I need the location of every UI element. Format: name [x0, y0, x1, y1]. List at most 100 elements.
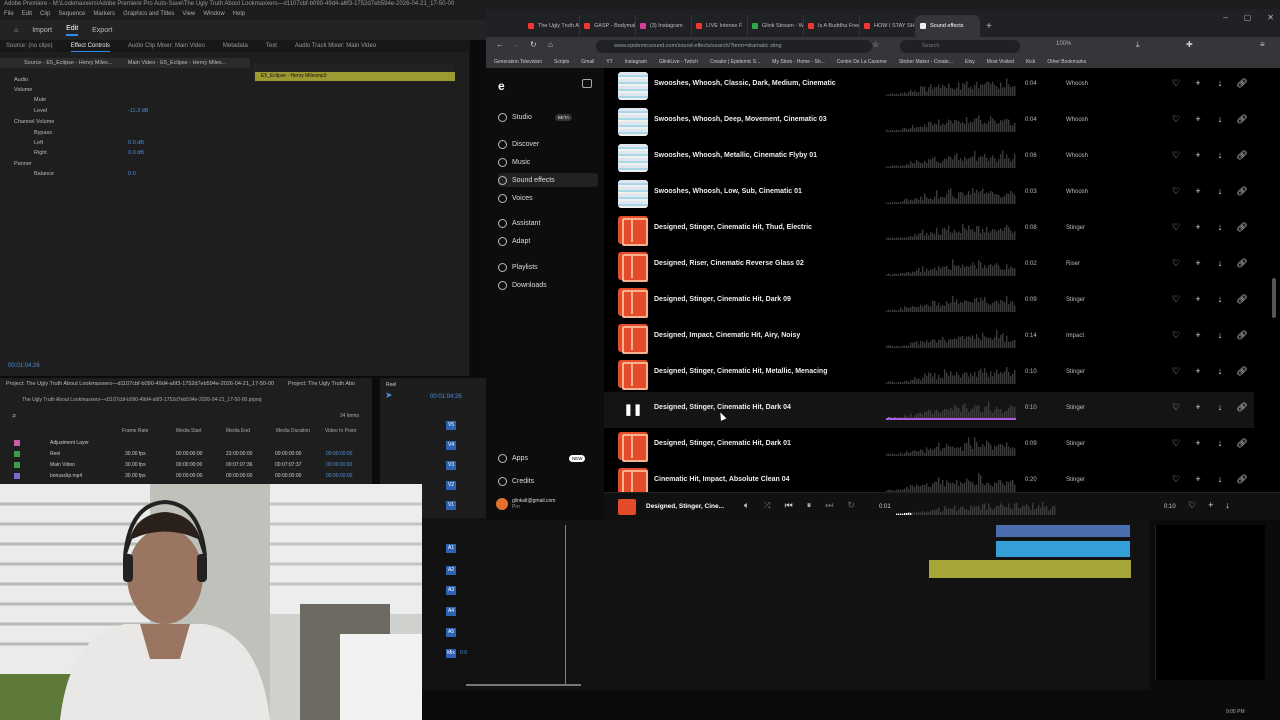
- url-input[interactable]: www.epidemicsound.com/sound-effects/sear…: [596, 40, 872, 53]
- link-icon[interactable]: 🔗︎: [1236, 366, 1248, 377]
- sound-row[interactable]: Swooshes, Whoosh, Low, Sub, Cinematic 01…: [604, 176, 1254, 212]
- add-icon[interactable]: +: [1192, 186, 1204, 197]
- download-icon[interactable]: ↓: [1214, 114, 1226, 125]
- sound-row[interactable]: Designed, Stinger, Cinematic Hit, Dark 0…: [604, 428, 1254, 464]
- browser-tab[interactable]: LIVE Intense F: [692, 15, 748, 37]
- bookmark-item[interactable]: Sticker Maker - Create...: [899, 56, 953, 68]
- heart-icon[interactable]: ♡: [1170, 150, 1182, 161]
- bookmark-item[interactable]: YT: [606, 56, 612, 68]
- sound-waveform[interactable]: [886, 112, 1016, 132]
- player-waveform[interactable]: [896, 499, 1056, 515]
- browser-tab[interactable]: Sound effects: [916, 15, 980, 37]
- project-row[interactable]: bonusclip.mp4 30.00 fps 00:00:00:00 00:00:0…: [10, 471, 360, 481]
- maximize-icon[interactable]: ▢: [1244, 13, 1252, 22]
- menu-item-view[interactable]: View: [182, 9, 195, 20]
- track-tag[interactable]: V5: [446, 421, 456, 430]
- panel-tab[interactable]: Audio Clip Mixer: Main Video: [128, 40, 205, 52]
- link-icon[interactable]: 🔗︎: [1236, 402, 1248, 413]
- download-icon[interactable]: ↓: [1214, 330, 1226, 341]
- sound-thumbnail[interactable]: [618, 108, 648, 136]
- page-scrollbar[interactable]: [1272, 278, 1276, 318]
- sound-thumbnail[interactable]: [618, 288, 648, 318]
- effect-mini-clip[interactable]: E5_Eclipse - Henry Milesmp3: [255, 72, 455, 81]
- effect-value[interactable]: 0.0 dB: [128, 140, 144, 146]
- bookmark-item[interactable]: Centre De La Caserne: [837, 56, 887, 68]
- panel-tab[interactable]: Source: (no clips): [6, 40, 53, 52]
- effect-row[interactable]: Right: [34, 150, 47, 156]
- add-icon[interactable]: +: [1192, 438, 1204, 449]
- download-icon[interactable]: ↓: [1214, 474, 1226, 485]
- effect-value[interactable]: 0.0: [128, 171, 136, 177]
- effect-row[interactable]: Left: [34, 140, 43, 146]
- add-icon[interactable]: +: [1192, 474, 1204, 485]
- heart-icon[interactable]: ♡: [1170, 366, 1182, 377]
- effect-row[interactable]: Panner: [14, 161, 32, 167]
- sound-title[interactable]: Designed, Impact, Cinematic Hit, Airy, N…: [654, 332, 800, 339]
- bookmark-item[interactable]: Gmail: [581, 56, 594, 68]
- add-icon[interactable]: +: [1192, 222, 1204, 233]
- add-icon[interactable]: +: [1192, 366, 1204, 377]
- link-icon[interactable]: 🔗︎: [1236, 294, 1248, 305]
- add-icon[interactable]: +: [1208, 500, 1213, 511]
- heart-icon[interactable]: ♡: [1170, 330, 1182, 341]
- new-tab-icon[interactable]: +: [986, 21, 992, 32]
- timeline-playhead[interactable]: [565, 525, 566, 685]
- browser-tab[interactable]: HOW I STAY SHRI: [860, 15, 916, 37]
- header-tab-export[interactable]: Export: [92, 27, 112, 34]
- sound-title[interactable]: Swooshes, Whoosh, Deep, Movement, Cinema…: [654, 116, 827, 123]
- effect-row[interactable]: Level: [34, 108, 47, 114]
- project-column-header[interactable]: Media End: [226, 428, 250, 434]
- nav-item-adapt[interactable]: Adapt: [498, 234, 598, 248]
- track-tag[interactable]: V1: [446, 501, 456, 510]
- sound-genre[interactable]: Stinger: [1066, 441, 1085, 447]
- download-icon[interactable]: ↓: [1214, 294, 1226, 305]
- download-icon[interactable]: ↓: [1214, 186, 1226, 197]
- link-icon[interactable]: 🔗︎: [1236, 78, 1248, 89]
- link-icon[interactable]: 🔗︎: [1236, 150, 1248, 161]
- menu-item-file[interactable]: File: [4, 9, 14, 20]
- sound-row[interactable]: Designed, Riser, Cinematic Reverse Glass…: [604, 248, 1254, 284]
- download-icon[interactable]: ↓: [1214, 366, 1226, 377]
- menu-item-clip[interactable]: Clip: [40, 9, 50, 20]
- effect-row[interactable]: Volume: [14, 87, 32, 93]
- track-header-a5[interactable]: A5: [446, 625, 516, 639]
- sound-waveform[interactable]: [886, 184, 1016, 204]
- track-tag[interactable]: A1: [446, 544, 456, 553]
- sound-row[interactable]: Swooshes, Whoosh, Classic, Dark, Medium,…: [604, 68, 1254, 104]
- timeline-timecode[interactable]: 00:01:04:26: [430, 394, 462, 400]
- project-column-header[interactable]: Media Duration: [276, 428, 310, 434]
- effect-row[interactable]: Mute: [34, 97, 46, 103]
- bookmark-item[interactable]: Kick: [1026, 56, 1035, 68]
- sound-title[interactable]: Swooshes, Whoosh, Low, Sub, Cinematic 01: [654, 188, 802, 195]
- effect-row[interactable]: Bypass: [34, 130, 52, 136]
- track-header-a4[interactable]: A4: [446, 604, 516, 618]
- sound-title[interactable]: Designed, Stinger, Cinematic Hit, Metall…: [654, 368, 827, 375]
- sound-thumbnail[interactable]: [618, 144, 648, 172]
- nav-item-studio[interactable]: Studio BETA: [498, 110, 598, 124]
- download-icon[interactable]: ↓: [1214, 78, 1226, 89]
- panel-tab[interactable]: Effect Controls: [70, 40, 110, 52]
- sound-waveform[interactable]: [886, 472, 1016, 492]
- heart-icon[interactable]: ♡: [1170, 78, 1182, 89]
- heart-icon[interactable]: ♡: [1170, 294, 1182, 305]
- nav-item-apps[interactable]: Apps NEW: [498, 451, 598, 465]
- panel-tab[interactable]: Audio Track Mixer: Main Video: [295, 40, 376, 52]
- track-tag[interactable]: V2: [446, 481, 456, 490]
- nav-item-music[interactable]: Music: [498, 155, 598, 169]
- project-tab[interactable]: Project: The Ugly Truth Abo: [288, 378, 355, 390]
- project-row[interactable]: Main Video 30.00 fps 00:00:00:00 00:07:07:3…: [10, 460, 360, 470]
- sound-waveform[interactable]: [886, 328, 1016, 348]
- bookmark-star-icon[interactable]: ☆: [872, 40, 879, 49]
- sound-genre[interactable]: Stinger: [1066, 225, 1085, 231]
- sound-title[interactable]: Swooshes, Whoosh, Classic, Dark, Medium,…: [654, 80, 836, 87]
- add-icon[interactable]: +: [1192, 258, 1204, 269]
- effect-row[interactable]: Balance: [34, 171, 54, 177]
- heart-icon[interactable]: ♡: [1188, 500, 1196, 511]
- sound-genre[interactable]: Whoosh: [1066, 81, 1088, 87]
- track-header-a3[interactable]: A3: [446, 583, 516, 597]
- sound-row[interactable]: Designed, Impact, Cinematic Hit, Airy, N…: [604, 320, 1254, 356]
- add-icon[interactable]: +: [1192, 150, 1204, 161]
- sound-waveform[interactable]: [886, 220, 1016, 240]
- sound-title[interactable]: Designed, Riser, Cinematic Reverse Glass…: [654, 260, 804, 267]
- browser-tab[interactable]: Glink Stream - We: [748, 15, 804, 37]
